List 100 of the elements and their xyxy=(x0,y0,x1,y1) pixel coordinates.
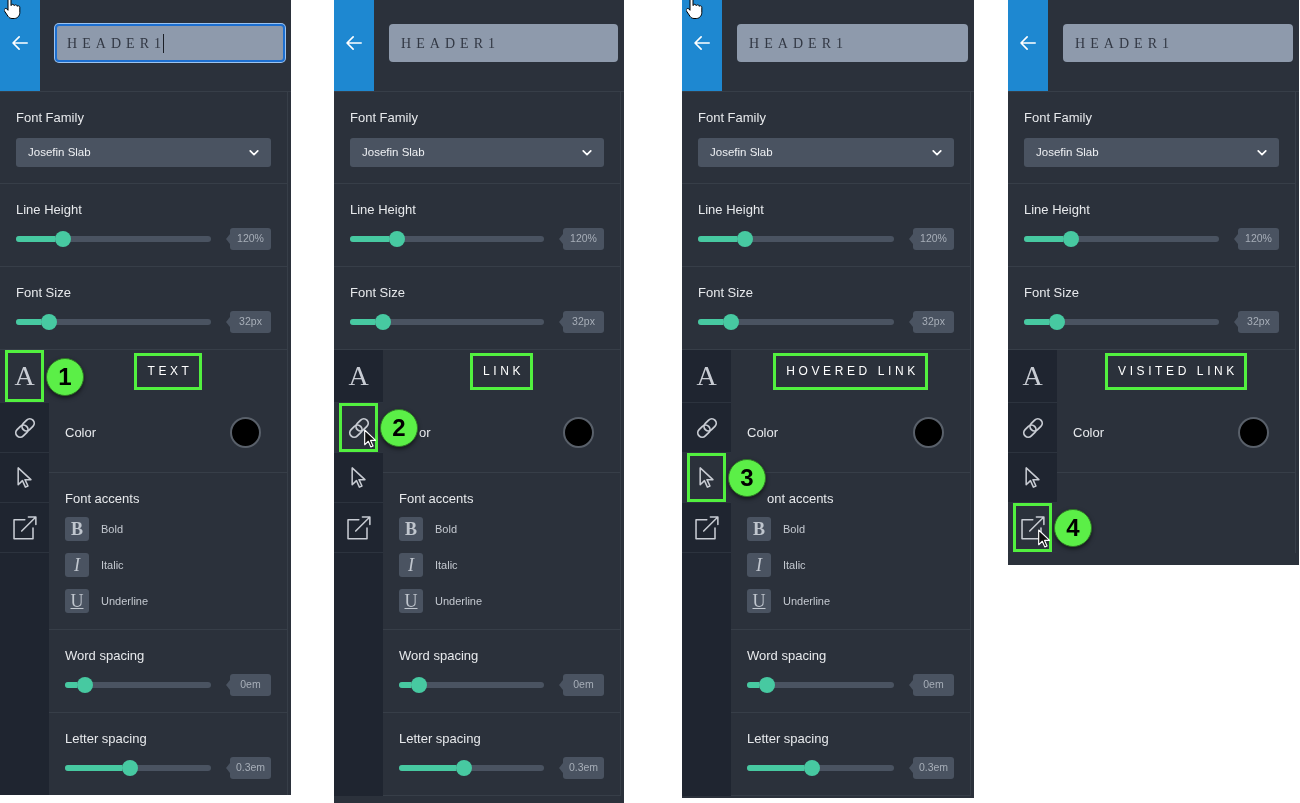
back-button[interactable] xyxy=(0,0,40,91)
slider-value: 120% xyxy=(226,228,271,250)
slider-handle[interactable] xyxy=(455,760,472,776)
slider-value: 0em xyxy=(909,674,954,696)
field-label: Font Family xyxy=(16,109,85,127)
slider-value: 0em xyxy=(226,674,271,696)
italic-button[interactable]: I xyxy=(747,553,771,577)
slider-value: 120% xyxy=(559,228,604,250)
bold-button[interactable]: B xyxy=(65,517,89,541)
italic-button[interactable]: I xyxy=(65,553,89,577)
underline-button[interactable]: U xyxy=(747,589,771,613)
chain-link-icon xyxy=(694,415,719,440)
mouse-pointer-icon xyxy=(1038,529,1050,548)
field-label: Font accents xyxy=(399,490,475,508)
option-label: Italic xyxy=(435,557,458,573)
back-button[interactable] xyxy=(682,0,722,91)
slider-handle[interactable] xyxy=(41,314,58,330)
pointer-arrow-icon xyxy=(1024,467,1041,488)
sidebar-tab[interactable]: A xyxy=(0,350,49,403)
sidebar-tab[interactable] xyxy=(334,403,383,453)
field-label: Line Height xyxy=(698,201,765,219)
field-label: Color xyxy=(1073,423,1105,442)
slider-handle[interactable] xyxy=(723,314,740,330)
text-field[interactable]: HEADER1 xyxy=(55,24,285,62)
field-label: Color xyxy=(65,423,97,442)
field-label: Line Height xyxy=(350,201,417,219)
field-label: Font Size xyxy=(350,284,406,302)
sidebar-tab[interactable] xyxy=(1008,503,1057,553)
slider-handle[interactable] xyxy=(1063,231,1079,247)
option-label: Italic xyxy=(783,557,806,573)
chevron-down-icon xyxy=(249,149,259,156)
slider-value: 0.3em xyxy=(226,757,271,779)
field-label: Font Family xyxy=(350,109,419,127)
font-dropdown[interactable]: Josefin Slab xyxy=(1024,138,1279,167)
step-number: 3 xyxy=(728,459,766,497)
slider-value: 32px xyxy=(226,311,271,333)
field-label: Line Height xyxy=(16,201,83,219)
font-dropdown[interactable]: Josefin Slab xyxy=(698,138,954,167)
font-dropdown[interactable]: Josefin Slab xyxy=(16,138,271,167)
chain-link-icon xyxy=(12,415,37,440)
slider-handle[interactable] xyxy=(76,677,93,693)
underline-button[interactable]: U xyxy=(399,589,423,613)
option-label: Underline xyxy=(783,593,831,609)
external-link-icon xyxy=(694,515,719,540)
chevron-down-icon xyxy=(1257,149,1267,156)
pointer-arrow-icon xyxy=(698,467,715,488)
slider-value: 0.3em xyxy=(909,757,954,779)
text-field[interactable]: HEADER1 xyxy=(737,24,968,62)
text-field[interactable]: HEADER1 xyxy=(389,24,618,62)
slider-value: 0.3em xyxy=(559,757,604,779)
pointer-arrow-icon xyxy=(350,467,367,488)
arrow-left-icon xyxy=(694,36,710,50)
field-label: Font Size xyxy=(698,284,754,302)
field-label: Font Family xyxy=(1024,109,1093,127)
hand-pointer-icon xyxy=(4,0,21,19)
color-swatch[interactable] xyxy=(913,417,944,448)
arrow-left-icon xyxy=(1020,36,1036,50)
field-label: Font Size xyxy=(1024,284,1080,302)
slider-value: 32px xyxy=(909,311,954,333)
option-label: Bold xyxy=(435,521,458,537)
color-swatch[interactable] xyxy=(230,417,261,448)
section-title: VISITED LINK xyxy=(1105,353,1247,390)
italic-button[interactable]: I xyxy=(399,553,423,577)
slider-handle[interactable] xyxy=(804,760,821,776)
sidebar-tab[interactable]: A xyxy=(682,350,731,403)
field-label: Letter spacing xyxy=(399,730,482,748)
field-label: Letter spacing xyxy=(65,730,148,748)
slider-value: 32px xyxy=(559,311,604,333)
slider-value: 120% xyxy=(909,228,954,250)
field-label: Font Family xyxy=(698,109,767,127)
external-link-icon xyxy=(346,515,371,540)
field-label: Word spacing xyxy=(65,647,146,665)
underline-button[interactable]: U xyxy=(65,589,89,613)
section-title: HOVERED LINK xyxy=(773,353,928,390)
bold-button[interactable]: B xyxy=(399,517,423,541)
slider-handle[interactable] xyxy=(758,677,775,693)
font-dropdown[interactable]: Josefin Slab xyxy=(350,138,604,167)
slider-handle[interactable] xyxy=(410,677,427,693)
step-number: 4 xyxy=(1054,509,1092,547)
slider-handle[interactable] xyxy=(121,760,138,776)
external-link-icon xyxy=(12,515,37,540)
field-label: Word spacing xyxy=(399,647,480,665)
slider-handle[interactable] xyxy=(737,231,754,247)
step-number: 2 xyxy=(380,409,418,447)
color-swatch[interactable] xyxy=(1238,417,1269,448)
field-label: Font accents xyxy=(65,490,141,508)
slider-handle[interactable] xyxy=(375,314,392,330)
slider-handle[interactable] xyxy=(388,231,405,247)
bold-button[interactable]: B xyxy=(747,517,771,541)
sidebar-tab[interactable] xyxy=(682,453,731,503)
chain-link-icon xyxy=(346,415,371,440)
option-label: Underline xyxy=(435,593,483,609)
slider-handle[interactable] xyxy=(55,231,71,247)
text-field[interactable]: HEADER1 xyxy=(1063,24,1293,62)
slider-handle[interactable] xyxy=(1049,314,1066,330)
field-label: Letter spacing xyxy=(747,730,830,748)
hand-pointer-icon xyxy=(686,0,703,19)
color-swatch[interactable] xyxy=(563,417,594,448)
slider-value: 120% xyxy=(1234,228,1279,250)
chevron-down-icon xyxy=(582,149,592,156)
